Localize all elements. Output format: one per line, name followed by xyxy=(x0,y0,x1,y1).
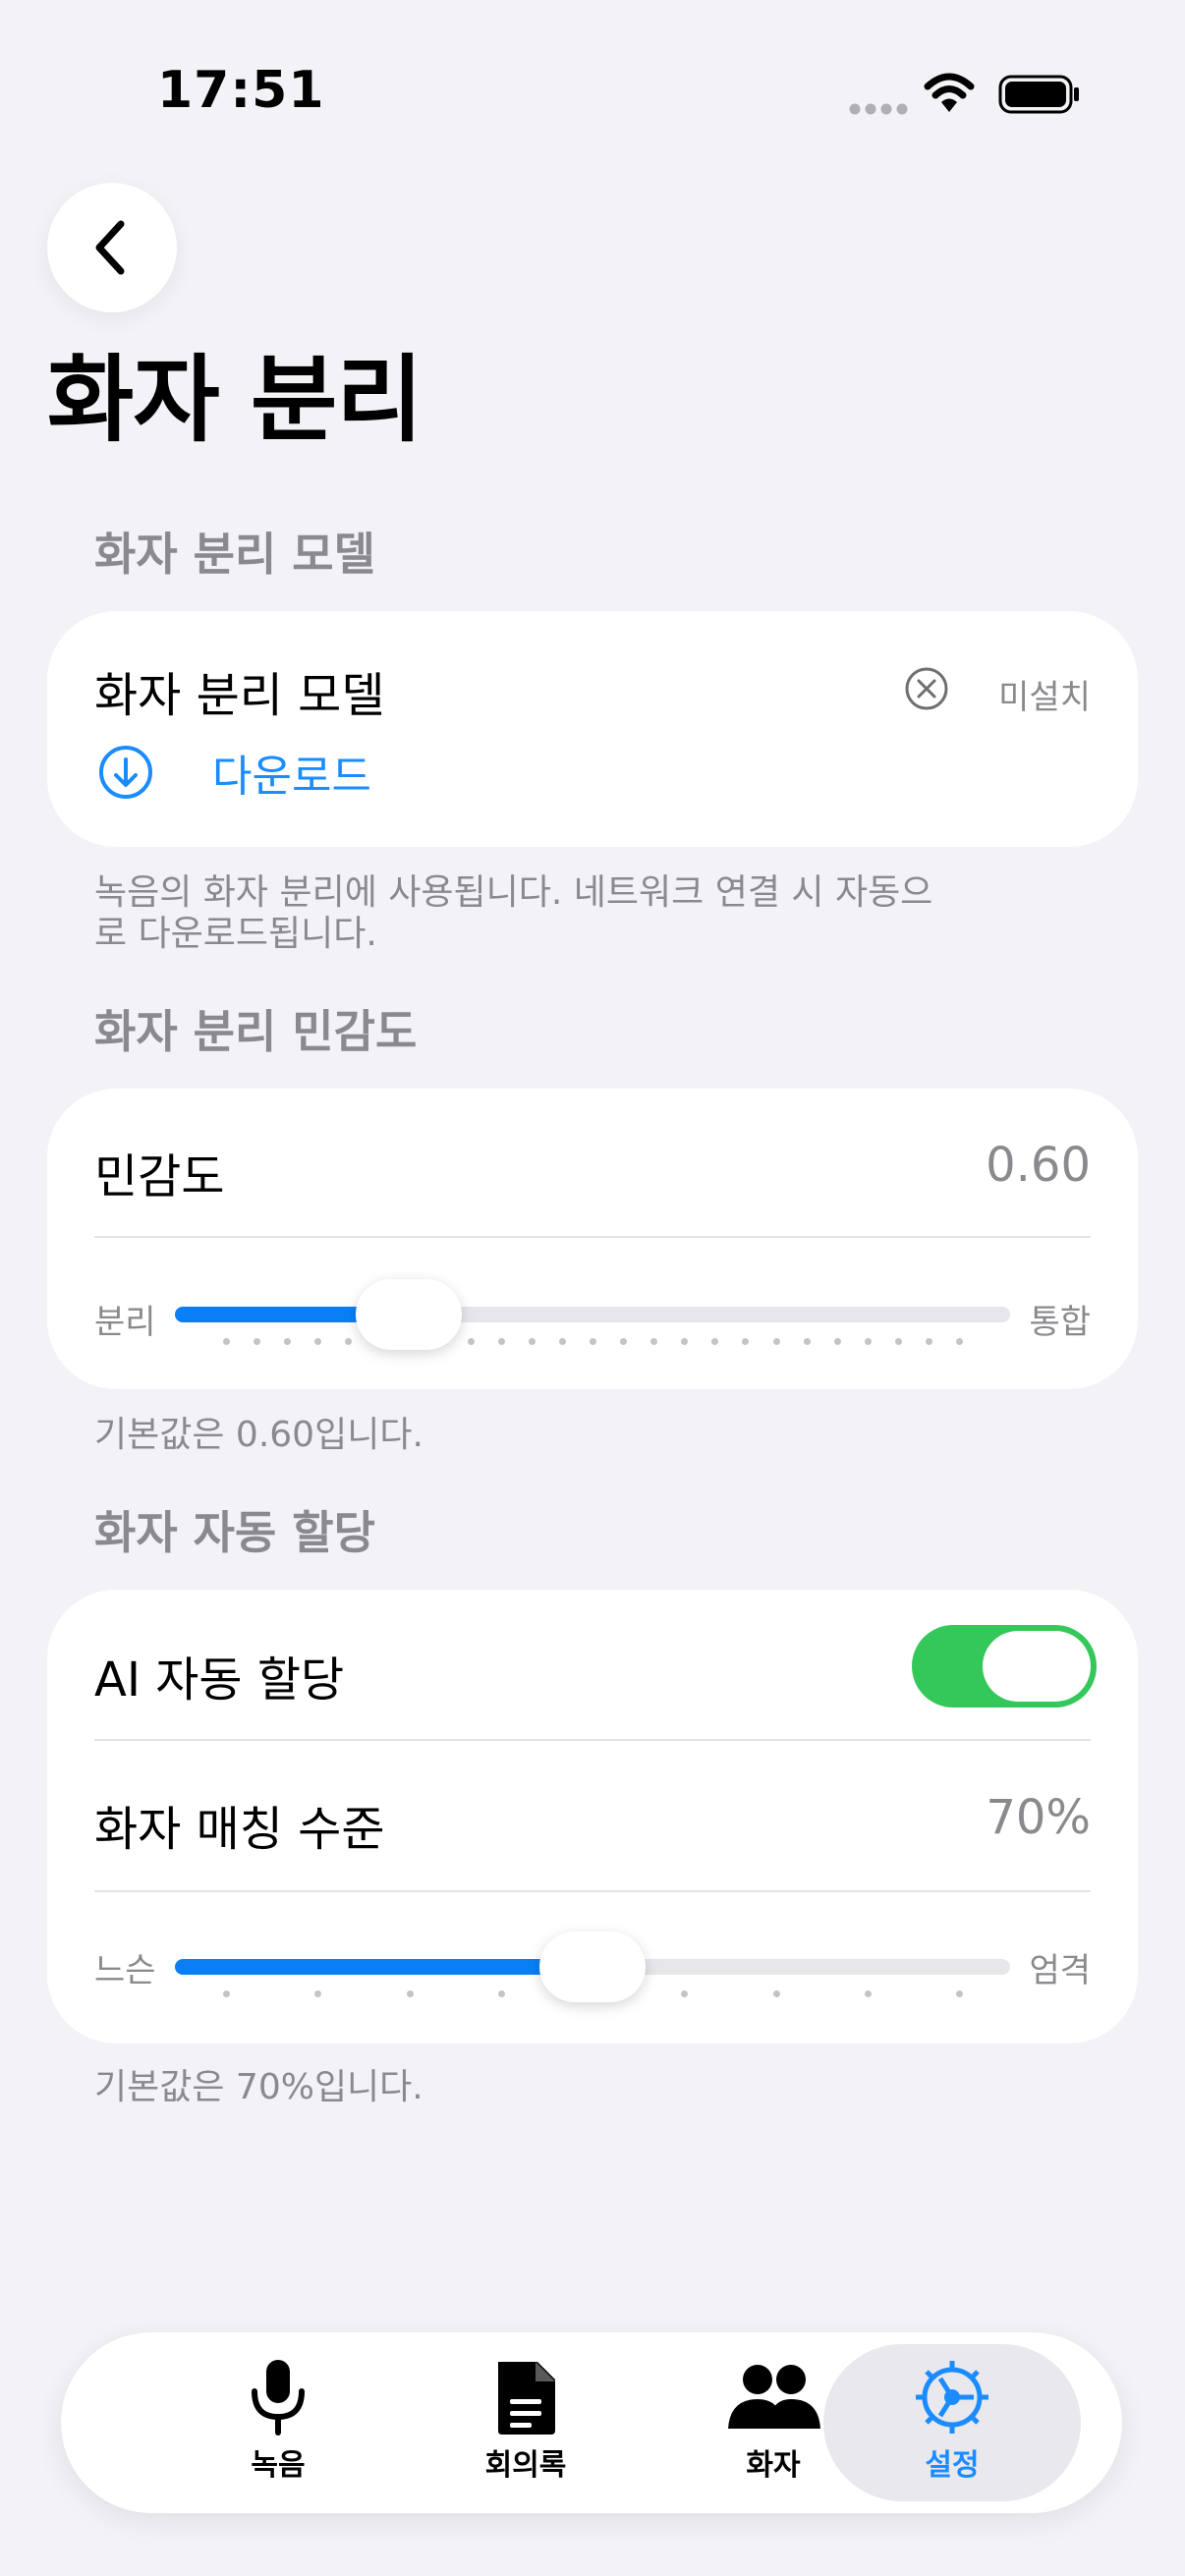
sensitivity-footnote: 기본값은 0.60입니다. xyxy=(94,1415,423,1455)
tab-minutes[interactable]: 회의록 xyxy=(397,2344,654,2501)
slider-tick xyxy=(894,1338,902,1345)
tab-record[interactable]: 녹음 xyxy=(149,2344,407,2501)
wifi-icon xyxy=(924,73,975,112)
slider-tick xyxy=(314,1338,322,1345)
cellular-signal-icon xyxy=(849,103,908,115)
sensitivity-card: 민감도 0.60 분리 통합 xyxy=(47,1089,1138,1389)
page-title: 화자 분리 xyxy=(47,345,423,455)
slider-fill xyxy=(175,1959,592,1975)
slider-min-label: 느슨 xyxy=(94,1951,156,1990)
section-header-auto-assign: 화자 자동 할당 xyxy=(94,1506,375,1559)
slider-tick xyxy=(497,1990,505,1997)
slider-tick xyxy=(345,1338,353,1345)
match-level-value: 70% xyxy=(986,1790,1091,1845)
slider-tick xyxy=(497,1338,505,1345)
tab-label: 회의록 xyxy=(484,2448,567,2483)
slider-tick xyxy=(956,1338,963,1345)
divider xyxy=(94,1236,1091,1238)
microphone-icon xyxy=(252,2360,305,2436)
slider-tick xyxy=(314,1990,322,1997)
slider-tick xyxy=(711,1338,719,1345)
not-installed-icon xyxy=(905,667,948,710)
ai-auto-assign-label: AI 자동 할당 xyxy=(94,1652,345,1708)
slider-tick xyxy=(681,1338,689,1345)
tab-label: 화자 xyxy=(746,2448,801,2483)
tab-settings[interactable]: 설정 xyxy=(823,2344,1081,2501)
tab-bar: 녹음 회의록 화자 설정 xyxy=(61,2332,1122,2513)
slider-tick xyxy=(925,1338,932,1345)
tab-label: 설정 xyxy=(925,2448,980,2483)
slider-tick xyxy=(650,1338,658,1345)
document-icon xyxy=(498,2362,555,2435)
slider-tick xyxy=(772,1990,780,1997)
slider-thumb[interactable] xyxy=(539,1932,646,2002)
battery-icon xyxy=(998,75,1079,114)
auto-assign-card: AI 자동 할당 화자 매칭 수준 70% 느슨 엄격 xyxy=(47,1590,1138,2044)
status-time: 17:51 xyxy=(157,61,325,120)
slider-min-label: 분리 xyxy=(94,1303,156,1342)
match-level-slider[interactable] xyxy=(175,1918,1010,2016)
slider-tick xyxy=(864,1338,872,1345)
slider-tick xyxy=(254,1338,261,1345)
chevron-left-icon xyxy=(95,220,125,275)
slider-tick xyxy=(772,1338,780,1345)
slider-tick xyxy=(467,1338,475,1345)
slider-tick xyxy=(864,1990,872,1997)
tab-label: 녹음 xyxy=(251,2448,306,2483)
toggle-knob xyxy=(983,1631,1091,1702)
download-icon xyxy=(99,746,152,799)
divider xyxy=(94,1890,1091,1892)
model-status: 미설치 xyxy=(998,678,1091,717)
people-icon xyxy=(728,2365,820,2429)
section-header-sensitivity: 화자 분리 민감도 xyxy=(94,1005,418,1058)
slider-tick xyxy=(223,1990,230,1997)
slider-tick xyxy=(742,1338,750,1345)
slider-max-label: 엄격 xyxy=(1029,1951,1091,1990)
slider-tick xyxy=(528,1338,536,1345)
model-row-title: 화자 분리 모델 xyxy=(94,668,385,723)
section-header-model: 화자 분리 모델 xyxy=(94,528,375,581)
slider-tick xyxy=(284,1338,292,1345)
slider-tick xyxy=(558,1338,566,1345)
sensitivity-value: 0.60 xyxy=(986,1138,1091,1193)
ai-auto-assign-toggle[interactable] xyxy=(912,1625,1097,1708)
gear-icon xyxy=(916,2361,988,2434)
download-label: 다운로드 xyxy=(212,752,371,802)
slider-thumb[interactable] xyxy=(356,1279,462,1350)
auto-assign-footnote: 기본값은 70%입니다. xyxy=(94,2067,423,2107)
slider-tick xyxy=(620,1338,628,1345)
slider-tick xyxy=(833,1338,841,1345)
sensitivity-slider[interactable] xyxy=(175,1265,1010,1364)
model-card: 화자 분리 모델 미설치 다운로드 xyxy=(47,611,1138,847)
slider-tick xyxy=(681,1990,689,1997)
slider-tick xyxy=(590,1338,596,1345)
slider-tick xyxy=(956,1990,963,1997)
slider-tick xyxy=(803,1338,811,1345)
model-footnote: 녹음의 화자 분리에 사용됩니다. 네트워크 연결 시 자동으로 다운로드됩니다… xyxy=(94,872,933,954)
match-level-title: 화자 매칭 수준 xyxy=(94,1802,385,1857)
slider-ticks xyxy=(175,1338,1010,1348)
download-button[interactable]: 다운로드 xyxy=(98,743,371,802)
slider-max-label: 통합 xyxy=(1029,1303,1091,1342)
sensitivity-row-title: 민감도 xyxy=(94,1149,225,1204)
divider xyxy=(94,1739,1091,1741)
slider-tick xyxy=(223,1338,230,1345)
back-button[interactable] xyxy=(47,183,177,312)
slider-tick xyxy=(406,1990,414,1997)
